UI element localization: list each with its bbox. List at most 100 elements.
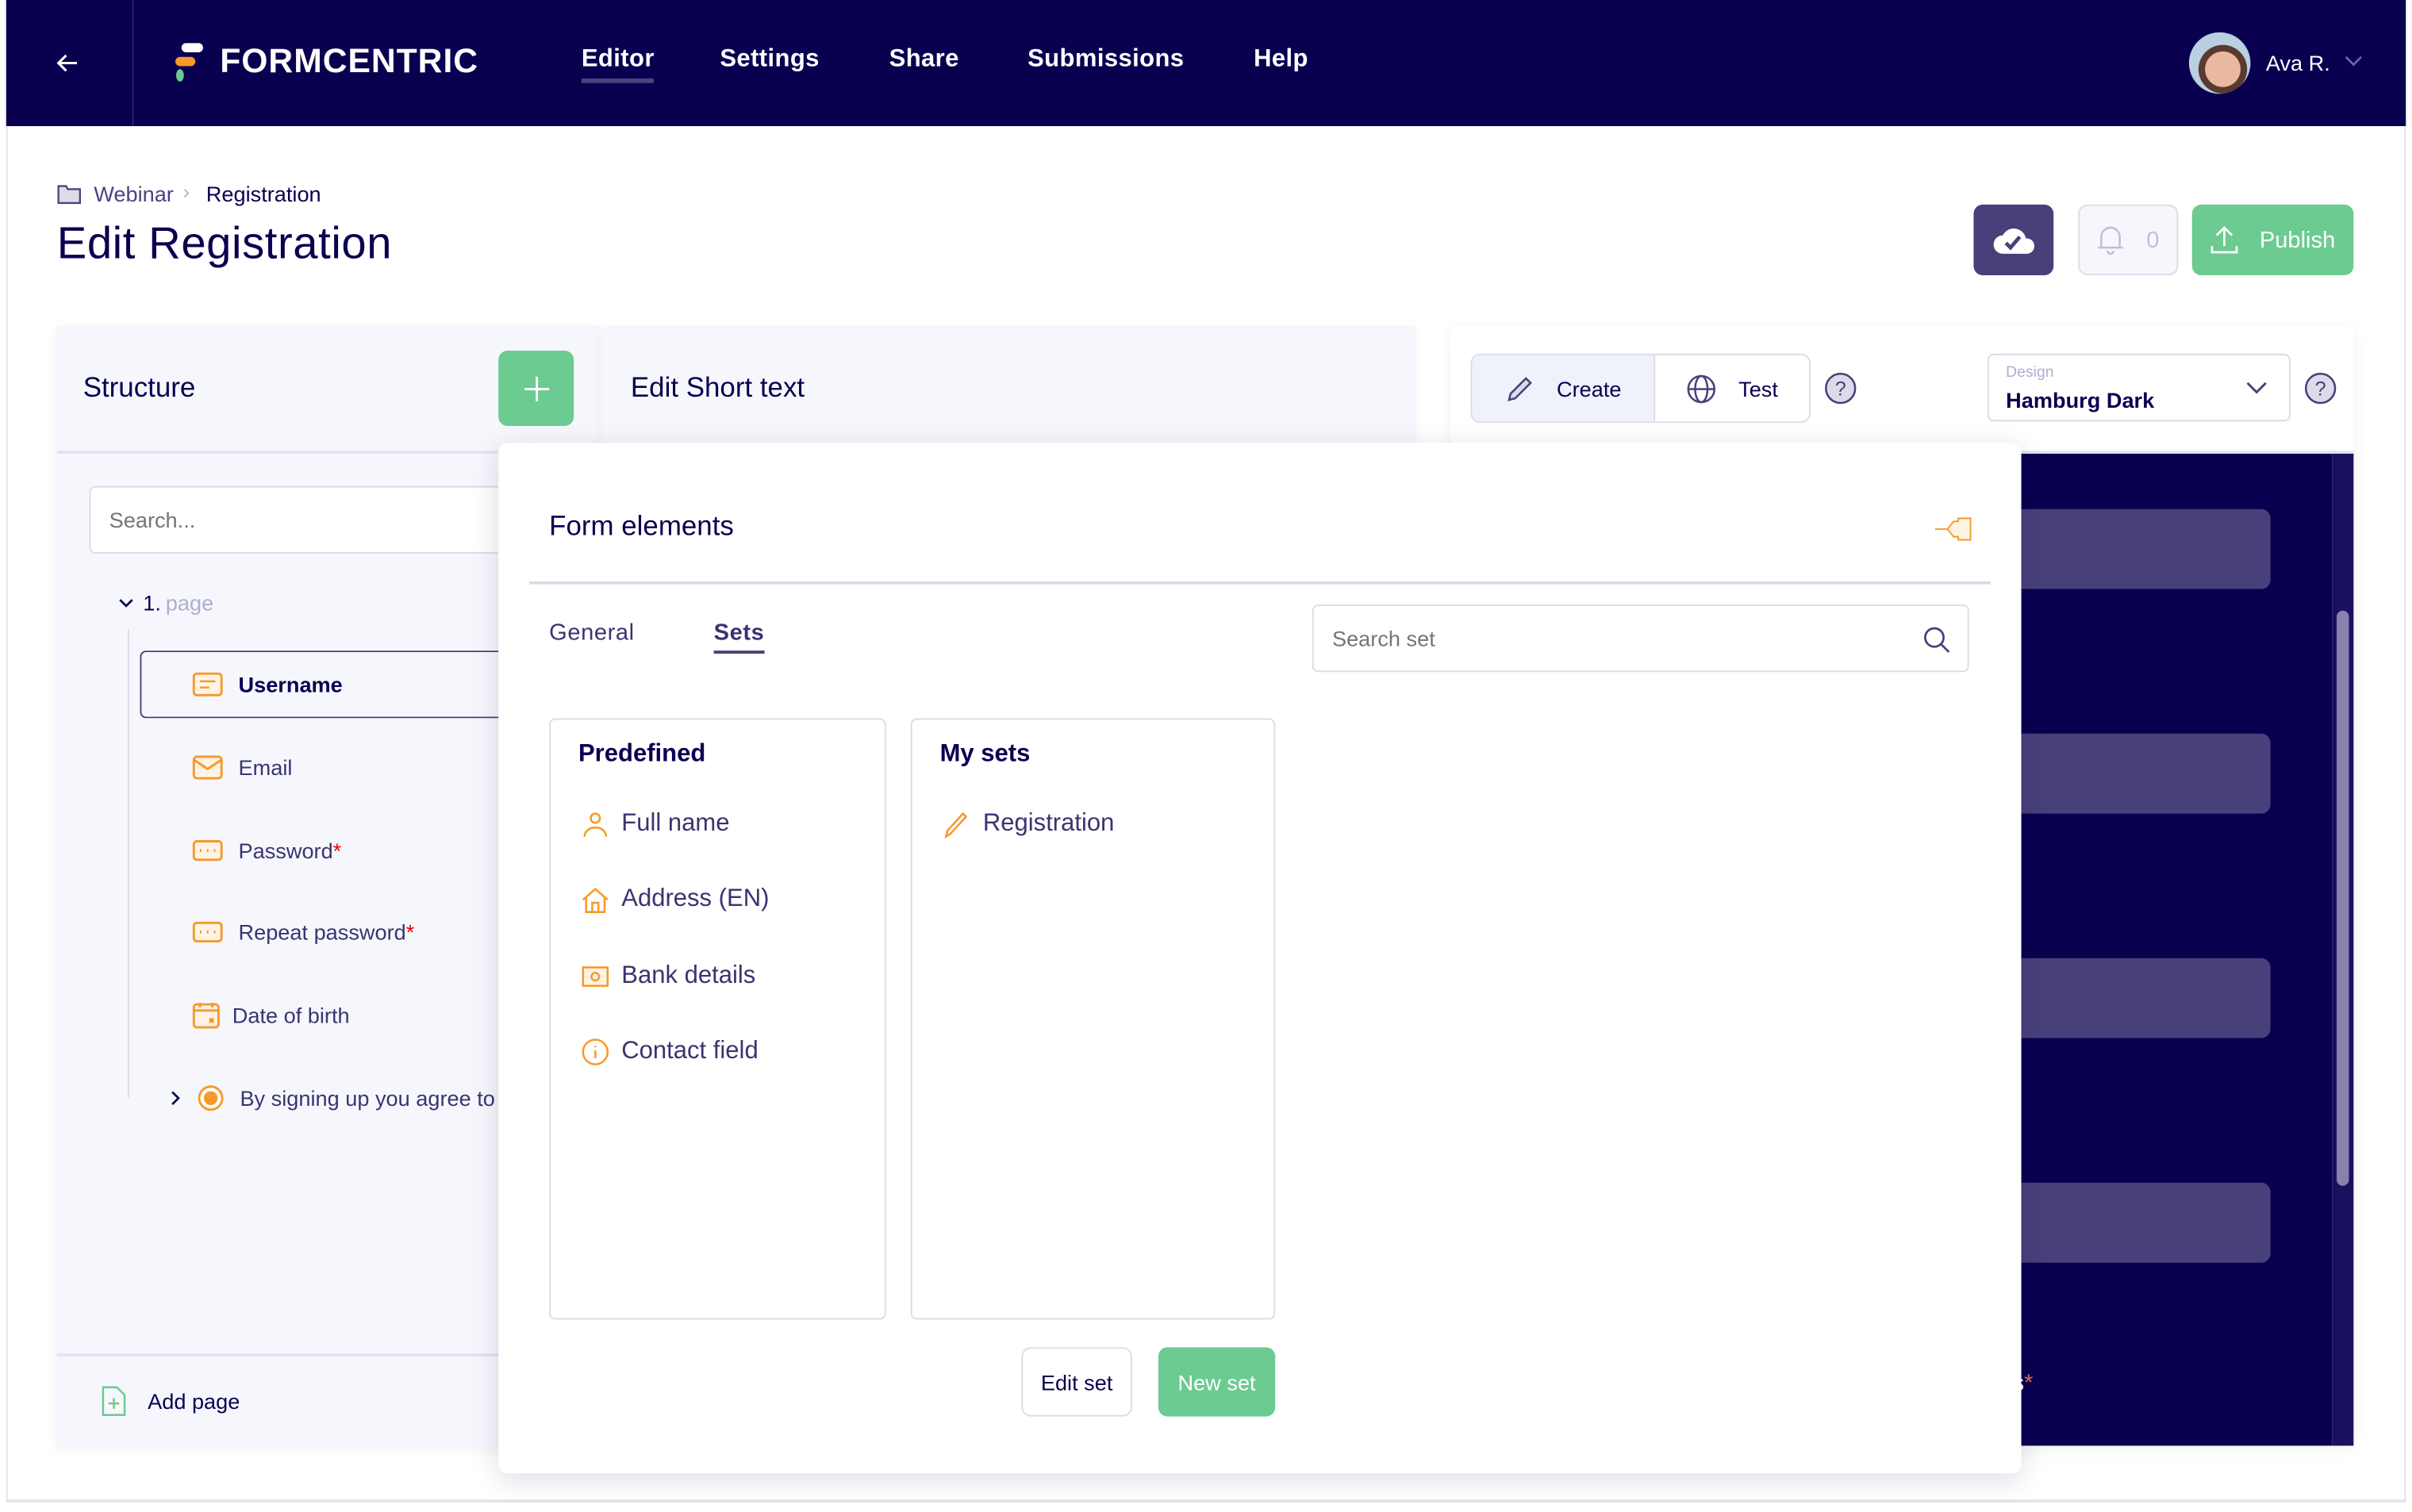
form-elements-popover: Form elements General Sets Predefined Fu… <box>498 443 2022 1474</box>
design-value: Hamburg Dark <box>2006 387 2155 413</box>
add-element-button[interactable] <box>498 351 574 427</box>
new-set-button[interactable]: New set <box>1158 1347 1276 1417</box>
pencil-icon <box>944 812 968 839</box>
mode-toggle: Create Test <box>1470 353 1811 424</box>
add-page-icon <box>102 1386 126 1416</box>
breadcrumb-current: Registration <box>205 181 321 206</box>
tree-item-repeat-password[interactable]: Repeat password* <box>192 919 414 944</box>
notifications-button[interactable]: 0 <box>2078 204 2179 276</box>
set-item-contact-field[interactable]: Contact field <box>582 1038 759 1066</box>
preview-scrollbar[interactable] <box>2332 453 2354 1446</box>
card-title: My sets <box>939 741 1031 768</box>
required-marker: * <box>405 919 415 945</box>
set-label: Bank details <box>621 962 756 989</box>
preview-input[interactable] <box>2021 508 2271 589</box>
edit-set-button[interactable]: Edit set <box>1021 1347 1132 1417</box>
structure-title: Structure <box>83 372 196 403</box>
edit-panel: Edit Short text <box>603 326 1415 447</box>
my-sets-card: My sets Registration <box>910 718 1276 1320</box>
user-name[interactable]: Ava R. <box>2266 51 2330 75</box>
design-label: Design <box>2006 364 2054 382</box>
page-title: Edit Registration <box>56 220 393 270</box>
nav-share[interactable]: Share <box>889 46 959 74</box>
scrollbar-thumb[interactable] <box>2337 610 2349 1186</box>
svg-text:?: ? <box>2315 378 2326 400</box>
help-icon[interactable]: ? <box>2304 372 2337 405</box>
help-icon[interactable]: ? <box>1824 372 1857 405</box>
password-icon <box>192 921 223 942</box>
save-status-button[interactable] <box>1973 204 2054 276</box>
tab-sets[interactable]: Sets <box>713 620 765 654</box>
design-select[interactable]: Design Hamburg Dark <box>1987 353 2291 422</box>
pin-icon[interactable] <box>1934 515 1973 543</box>
preview-input[interactable] <box>2021 733 2271 814</box>
radio-icon <box>198 1085 224 1111</box>
set-item-registration[interactable]: Registration <box>943 811 1114 839</box>
mode-label: Test <box>1738 376 1778 401</box>
tree-item-date-of-birth[interactable]: Date of birth <box>192 1001 350 1029</box>
page-number: 1. <box>143 590 161 616</box>
chevron-down-icon[interactable] <box>2345 56 2363 68</box>
tab-general[interactable]: General <box>549 620 635 646</box>
page-label: page <box>165 590 214 616</box>
set-item-full-name[interactable]: Full name <box>582 810 730 839</box>
preview-input[interactable] <box>2021 957 2271 1038</box>
predefined-sets-card: Predefined Full name Address (EN) Bank d… <box>549 718 886 1320</box>
breadcrumb-separator-icon: › <box>182 179 190 203</box>
tree-item-username[interactable]: Username <box>192 672 343 697</box>
brand-name: FORMCENTRIC <box>220 41 479 80</box>
upload-icon <box>2210 226 2238 254</box>
search-set-field[interactable] <box>1312 604 1969 673</box>
structure-search-input[interactable] <box>89 485 551 554</box>
mode-test[interactable]: Test <box>1655 355 1809 421</box>
mode-label: Create <box>1557 376 1622 401</box>
folder-icon <box>57 185 81 205</box>
search-icon[interactable] <box>1922 626 1950 654</box>
publish-label: Publish <box>2259 226 2336 253</box>
preview-input[interactable] <box>2021 1182 2271 1263</box>
set-label: Full name <box>621 810 730 837</box>
tree-item-password[interactable]: Password* <box>192 839 341 863</box>
user-icon <box>583 812 608 837</box>
chevron-right-icon[interactable] <box>169 1091 182 1106</box>
password-icon <box>192 840 223 862</box>
svg-text:?: ? <box>1835 378 1846 400</box>
search-set-input[interactable] <box>1315 607 1918 670</box>
set-item-bank-details[interactable]: Bank details <box>582 963 755 991</box>
banknote-icon <box>582 966 609 988</box>
nav-submissions[interactable]: Submissions <box>1027 46 1184 74</box>
item-label: By signing up you agree to <box>240 1085 495 1111</box>
calendar-icon <box>192 1003 220 1029</box>
item-label: Username <box>238 672 343 697</box>
breadcrumb-parent[interactable]: Webinar <box>94 182 174 206</box>
tree-item-terms[interactable]: By signing up you agree to <box>169 1084 495 1112</box>
add-page-button[interactable]: Add page <box>102 1386 240 1417</box>
notification-count: 0 <box>2146 226 2160 253</box>
divider <box>528 581 1991 585</box>
page-node[interactable]: 1. page <box>118 590 214 616</box>
nav-settings[interactable]: Settings <box>720 46 819 74</box>
back-arrow-icon[interactable] <box>56 51 80 75</box>
tree-item-email[interactable]: Email <box>192 755 292 780</box>
edit-panel-title: Edit Short text <box>630 372 805 403</box>
form-preview <box>1984 453 2333 1446</box>
set-label: Address (EN) <box>621 885 770 912</box>
chevron-down-icon <box>2246 382 2267 394</box>
nav-help[interactable]: Help <box>1254 46 1308 74</box>
mode-create[interactable]: Create <box>1472 355 1656 422</box>
required-marker: * <box>332 838 342 863</box>
top-nav: FORMCENTRIC Editor Settings Share Submis… <box>6 0 2406 126</box>
popover-title: Form elements <box>549 510 734 542</box>
set-item-address[interactable]: Address (EN) <box>582 885 770 914</box>
plus-icon <box>524 376 549 401</box>
nav-editor[interactable]: Editor <box>581 46 655 83</box>
publish-button[interactable]: Publish <box>2191 204 2354 276</box>
logo-icon <box>175 43 203 82</box>
avatar[interactable] <box>2188 32 2251 94</box>
set-label: Contact field <box>621 1038 759 1065</box>
short-text-icon <box>192 672 223 697</box>
info-icon <box>582 1038 609 1065</box>
chevron-down-icon[interactable] <box>118 597 133 608</box>
bell-icon <box>2099 226 2124 255</box>
tree-line <box>127 628 129 1099</box>
